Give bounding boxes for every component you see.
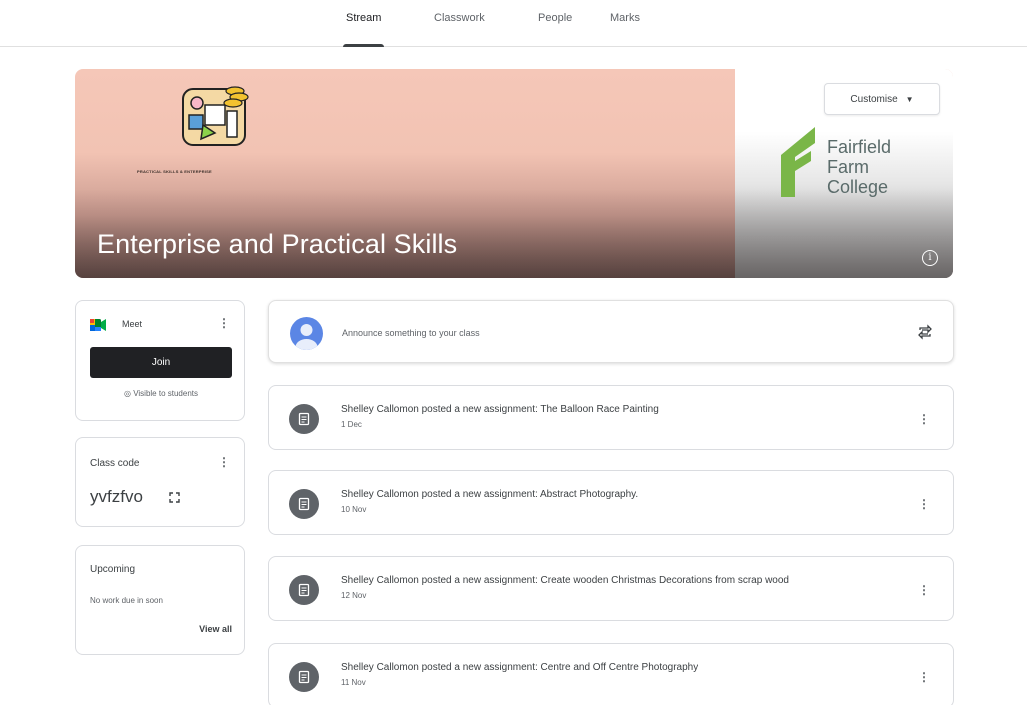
class-title: Enterprise and Practical Skills bbox=[97, 229, 458, 259]
stream-post[interactable]: Shelley Callomon posted a new assignment… bbox=[268, 385, 954, 450]
assignment-icon bbox=[289, 575, 319, 605]
college-name-line2: Farm bbox=[827, 157, 869, 177]
avatar bbox=[290, 317, 323, 350]
college-logo-icon bbox=[781, 127, 815, 197]
post-more-icon[interactable]: ⋮ bbox=[918, 584, 930, 596]
stream-post[interactable]: Shelley Callomon posted a new assignment… bbox=[268, 556, 954, 621]
customise-button[interactable]: Customise ▼ bbox=[824, 83, 940, 115]
join-button[interactable]: Join bbox=[90, 347, 232, 378]
college-name: Fairfield Farm College bbox=[827, 137, 891, 197]
post-date: 11 Nov bbox=[341, 678, 366, 687]
announce-placeholder: Announce something to your class bbox=[342, 328, 480, 338]
meet-label: Meet bbox=[122, 319, 143, 329]
post-date: 10 Nov bbox=[341, 505, 367, 514]
college-name-line3: College bbox=[827, 177, 889, 197]
visible-to-students: ◎ Visible to students bbox=[76, 389, 246, 398]
post-more-icon[interactable]: ⋮ bbox=[918, 498, 930, 510]
tab-people-label: People bbox=[538, 12, 573, 24]
repost-icon[interactable] bbox=[917, 324, 933, 340]
tab-classwork[interactable]: Classwork bbox=[434, 12, 485, 47]
info-icon[interactable]: i bbox=[922, 250, 938, 266]
post-date: 12 Nov bbox=[341, 591, 367, 600]
announce-box[interactable]: Announce something to your class bbox=[268, 300, 954, 363]
post-title: Shelley Callomon posted a new assignment… bbox=[341, 662, 699, 673]
caret-down-icon: ▼ bbox=[905, 94, 914, 104]
assignment-icon bbox=[289, 489, 319, 519]
class-code-label: Class code bbox=[90, 458, 140, 469]
visibility-icon: ◎ bbox=[124, 389, 134, 398]
post-title: Shelley Callomon posted a new assignment… bbox=[341, 404, 659, 415]
tab-stream-label: Stream bbox=[346, 12, 382, 24]
upcoming-empty-text: No work due in soon bbox=[90, 596, 163, 605]
class-banner: PRACTICAL SKILLS & ENTERPRISE Fairfield … bbox=[75, 69, 953, 278]
post-title: Shelley Callomon posted a new assignment… bbox=[341, 489, 639, 500]
upcoming-label: Upcoming bbox=[90, 564, 136, 575]
meet-icon bbox=[90, 319, 106, 331]
assignment-icon bbox=[289, 404, 319, 434]
tab-marks[interactable]: Marks bbox=[610, 12, 640, 47]
class-code-value: yvfzfvo bbox=[90, 487, 143, 506]
class-code-more-icon[interactable]: ⋮ bbox=[218, 456, 230, 468]
post-more-icon[interactable]: ⋮ bbox=[918, 413, 930, 425]
post-title: Shelley Callomon posted a new assignment… bbox=[341, 575, 789, 586]
visible-text: Visible to students bbox=[133, 389, 198, 398]
tab-stream[interactable]: Stream bbox=[343, 12, 385, 47]
logo-caption: PRACTICAL SKILLS & ENTERPRISE bbox=[137, 169, 212, 174]
college-name-line1: Fairfield bbox=[827, 137, 892, 157]
customise-label: Customise bbox=[850, 93, 898, 105]
user-avatar-icon bbox=[295, 324, 318, 350]
active-tab-indicator bbox=[343, 44, 385, 47]
assignment-icon bbox=[289, 662, 319, 692]
upcoming-card: Upcoming No work due in soon View all bbox=[75, 545, 245, 655]
post-date: 1 Dec bbox=[341, 420, 362, 429]
post-more-icon[interactable]: ⋮ bbox=[918, 671, 930, 683]
stream-post[interactable]: Shelley Callomon posted a new assignment… bbox=[268, 470, 954, 535]
tab-classwork-label: Classwork bbox=[434, 12, 485, 24]
practical-skills-logo-icon bbox=[182, 86, 249, 146]
top-nav: Stream Classwork People Marks bbox=[0, 0, 1027, 47]
tab-people[interactable]: People bbox=[538, 12, 572, 47]
view-all-link[interactable]: View all bbox=[199, 624, 232, 634]
stream-post[interactable]: Shelley Callomon posted a new assignment… bbox=[268, 643, 954, 705]
tab-marks-label: Marks bbox=[610, 12, 640, 24]
meet-card: Meet ⋮ Join ◎ Visible to students bbox=[75, 300, 245, 421]
fullscreen-icon[interactable] bbox=[169, 492, 180, 503]
meet-more-icon[interactable]: ⋮ bbox=[218, 317, 230, 329]
class-code-card: Class code ⋮ yvfzfvo bbox=[75, 437, 245, 527]
